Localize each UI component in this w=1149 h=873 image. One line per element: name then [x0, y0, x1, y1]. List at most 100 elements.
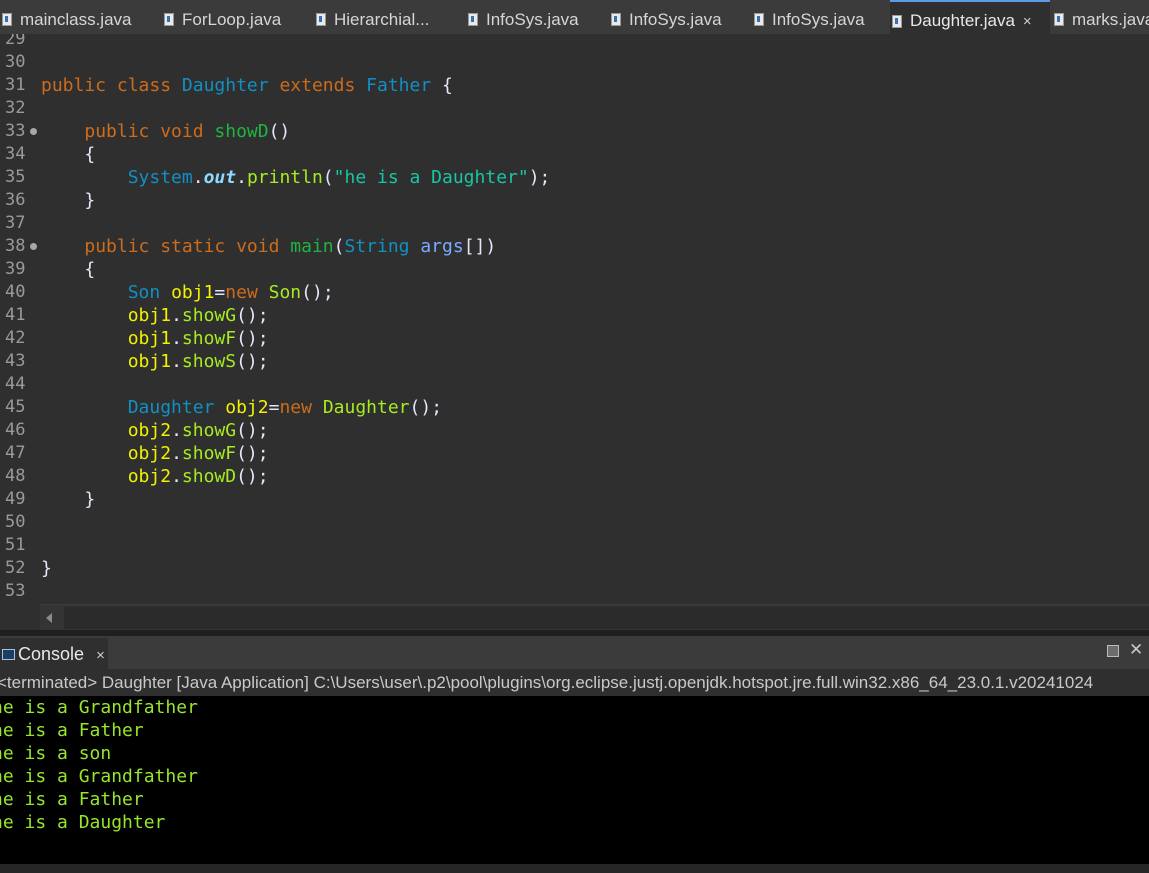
code-line[interactable]: 53 — [0, 580, 1149, 603]
minimize-view-icon[interactable] — [1107, 645, 1119, 657]
editor-tab-2[interactable]: ForLoop.java — [162, 0, 281, 34]
line-number: 43 — [5, 351, 26, 371]
line-number: 53 — [5, 581, 26, 601]
editor-tab-3[interactable]: Hierarchial... — [314, 0, 429, 34]
tab-console[interactable]: Console × — [0, 638, 108, 669]
code-token: Daughter — [181, 75, 280, 96]
fold-toggle-icon[interactable] — [30, 243, 37, 250]
code-line[interactable]: 35 System.out.println("he is a Daughter"… — [0, 166, 1149, 189]
code-token: () — [268, 121, 291, 142]
code-line[interactable]: 36 } — [0, 189, 1149, 212]
code-token: { — [41, 144, 96, 165]
console-status-line: <terminated> Daughter [Java Application]… — [0, 669, 1149, 697]
code-line[interactable]: 45 Daughter obj2=new Daughter(); — [0, 396, 1149, 419]
scroll-left-arrow-icon[interactable] — [46, 613, 52, 623]
code-token: showG — [181, 420, 237, 441]
code-line[interactable]: 33 public void showD() — [0, 120, 1149, 143]
code-token: = — [268, 397, 280, 418]
line-number: 44 — [5, 374, 26, 394]
editor-tab-label: mainclass.java — [20, 10, 132, 29]
code-line[interactable]: 38 public static void main(String args[]… — [0, 235, 1149, 258]
close-icon[interactable]: × — [1023, 13, 1032, 30]
code-line[interactable]: 31 public class Daughter extends Father { — [0, 74, 1149, 97]
editor-tab-5[interactable]: InfoSys.java — [609, 0, 722, 34]
editor-tab-4[interactable]: InfoSys.java — [466, 0, 579, 34]
code-text: obj2.showF(); — [41, 442, 269, 465]
close-icon[interactable]: × — [96, 647, 105, 664]
console-output-line: he is a Daughter — [0, 812, 166, 833]
code-line[interactable]: 46 obj2.showG(); — [0, 419, 1149, 442]
java-file-icon — [754, 13, 764, 26]
code-line[interactable]: 40 Son obj1=new Son(); — [0, 281, 1149, 304]
code-line[interactable]: 47 obj2.showF(); — [0, 442, 1149, 465]
java-file-icon — [164, 13, 174, 26]
code-line[interactable]: 30 — [0, 51, 1149, 74]
code-line[interactable]: 49 } — [0, 488, 1149, 511]
code-line[interactable]: 50 — [0, 511, 1149, 534]
line-number: 41 — [5, 305, 26, 325]
code-line[interactable]: 48 obj2.showD(); — [0, 465, 1149, 488]
console-output[interactable]: he is a Grandfather he is a Father he is a… — [0, 696, 1149, 864]
line-number: 30 — [5, 52, 26, 72]
scrollbar-thumb[interactable] — [64, 607, 1149, 629]
code-text: System.out.println("he is a Daughter"); — [41, 166, 551, 189]
code-token: obj2 — [127, 466, 172, 487]
console-output-line: he is a Grandfather — [0, 697, 198, 718]
code-line[interactable]: 37 — [0, 212, 1149, 235]
console-icon — [2, 649, 15, 660]
code-line[interactable]: 34 { — [0, 143, 1149, 166]
line-number: 48 — [5, 466, 26, 486]
close-view-icon[interactable]: ✕ — [1129, 640, 1143, 660]
code-token: . — [171, 420, 182, 441]
code-line[interactable]: 42 obj1.showF(); — [0, 327, 1149, 350]
fold-toggle-icon[interactable] — [30, 128, 37, 135]
code-line[interactable]: 29 — [0, 34, 1149, 51]
line-number: 52 — [5, 558, 26, 578]
code-text: } — [41, 488, 95, 511]
code-line[interactable]: 41 obj1.showG(); — [0, 304, 1149, 327]
code-line[interactable]: 39 { — [0, 258, 1149, 281]
code-line[interactable]: 52} — [0, 557, 1149, 580]
code-line[interactable]: 32 — [0, 97, 1149, 120]
code-token: . — [192, 167, 204, 188]
code-token: Father — [366, 75, 442, 96]
editor-horizontal-scrollbar[interactable] — [40, 604, 1149, 631]
java-file-icon — [611, 13, 621, 26]
code-line[interactable]: 51 — [0, 534, 1149, 557]
editor-tab-7[interactable]: Daughter.java × — [890, 0, 1050, 34]
editor-tab-6[interactable]: InfoSys.java — [752, 0, 865, 34]
code-token: new — [279, 397, 323, 418]
code-text: obj1.showG(); — [41, 304, 269, 327]
code-token: "he is a Daughter" — [333, 167, 529, 188]
code-text: Son obj1=new Son(); — [41, 281, 334, 304]
code-line[interactable]: 43 obj1.showS(); — [0, 350, 1149, 373]
java-file-icon — [316, 13, 326, 26]
editor-tab-label: ForLoop.java — [182, 10, 282, 29]
code-token: (); — [236, 351, 269, 372]
editor-tab-8[interactable]: marks.java — [1052, 0, 1149, 34]
code-token: showS — [181, 351, 237, 372]
line-number: 32 — [5, 98, 26, 118]
code-text: public static void main(String args[]) — [41, 235, 496, 258]
line-number: 42 — [5, 328, 26, 348]
code-token: . — [171, 305, 182, 326]
java-file-icon — [2, 13, 12, 26]
console-output-line: he is a Father — [0, 789, 144, 810]
line-number: 35 — [5, 167, 26, 187]
editor-tab-1[interactable]: mainclass.java — [0, 0, 132, 34]
code-token: Son — [127, 282, 172, 303]
code-text: public class Daughter extends Father { — [41, 74, 453, 97]
code-editor[interactable]: 29 30 31 public class Daughter extends Fath… — [0, 34, 1149, 604]
code-token: obj2 — [127, 443, 172, 464]
code-token: public static void — [84, 236, 291, 257]
code-token: . — [171, 328, 182, 349]
code-token: (); — [236, 443, 269, 464]
line-number: 39 — [5, 259, 26, 279]
code-line[interactable]: 44 — [0, 373, 1149, 396]
code-text: Daughter obj2=new Daughter(); — [41, 396, 442, 419]
code-token: showF — [181, 328, 237, 349]
code-token: (); — [236, 420, 269, 441]
